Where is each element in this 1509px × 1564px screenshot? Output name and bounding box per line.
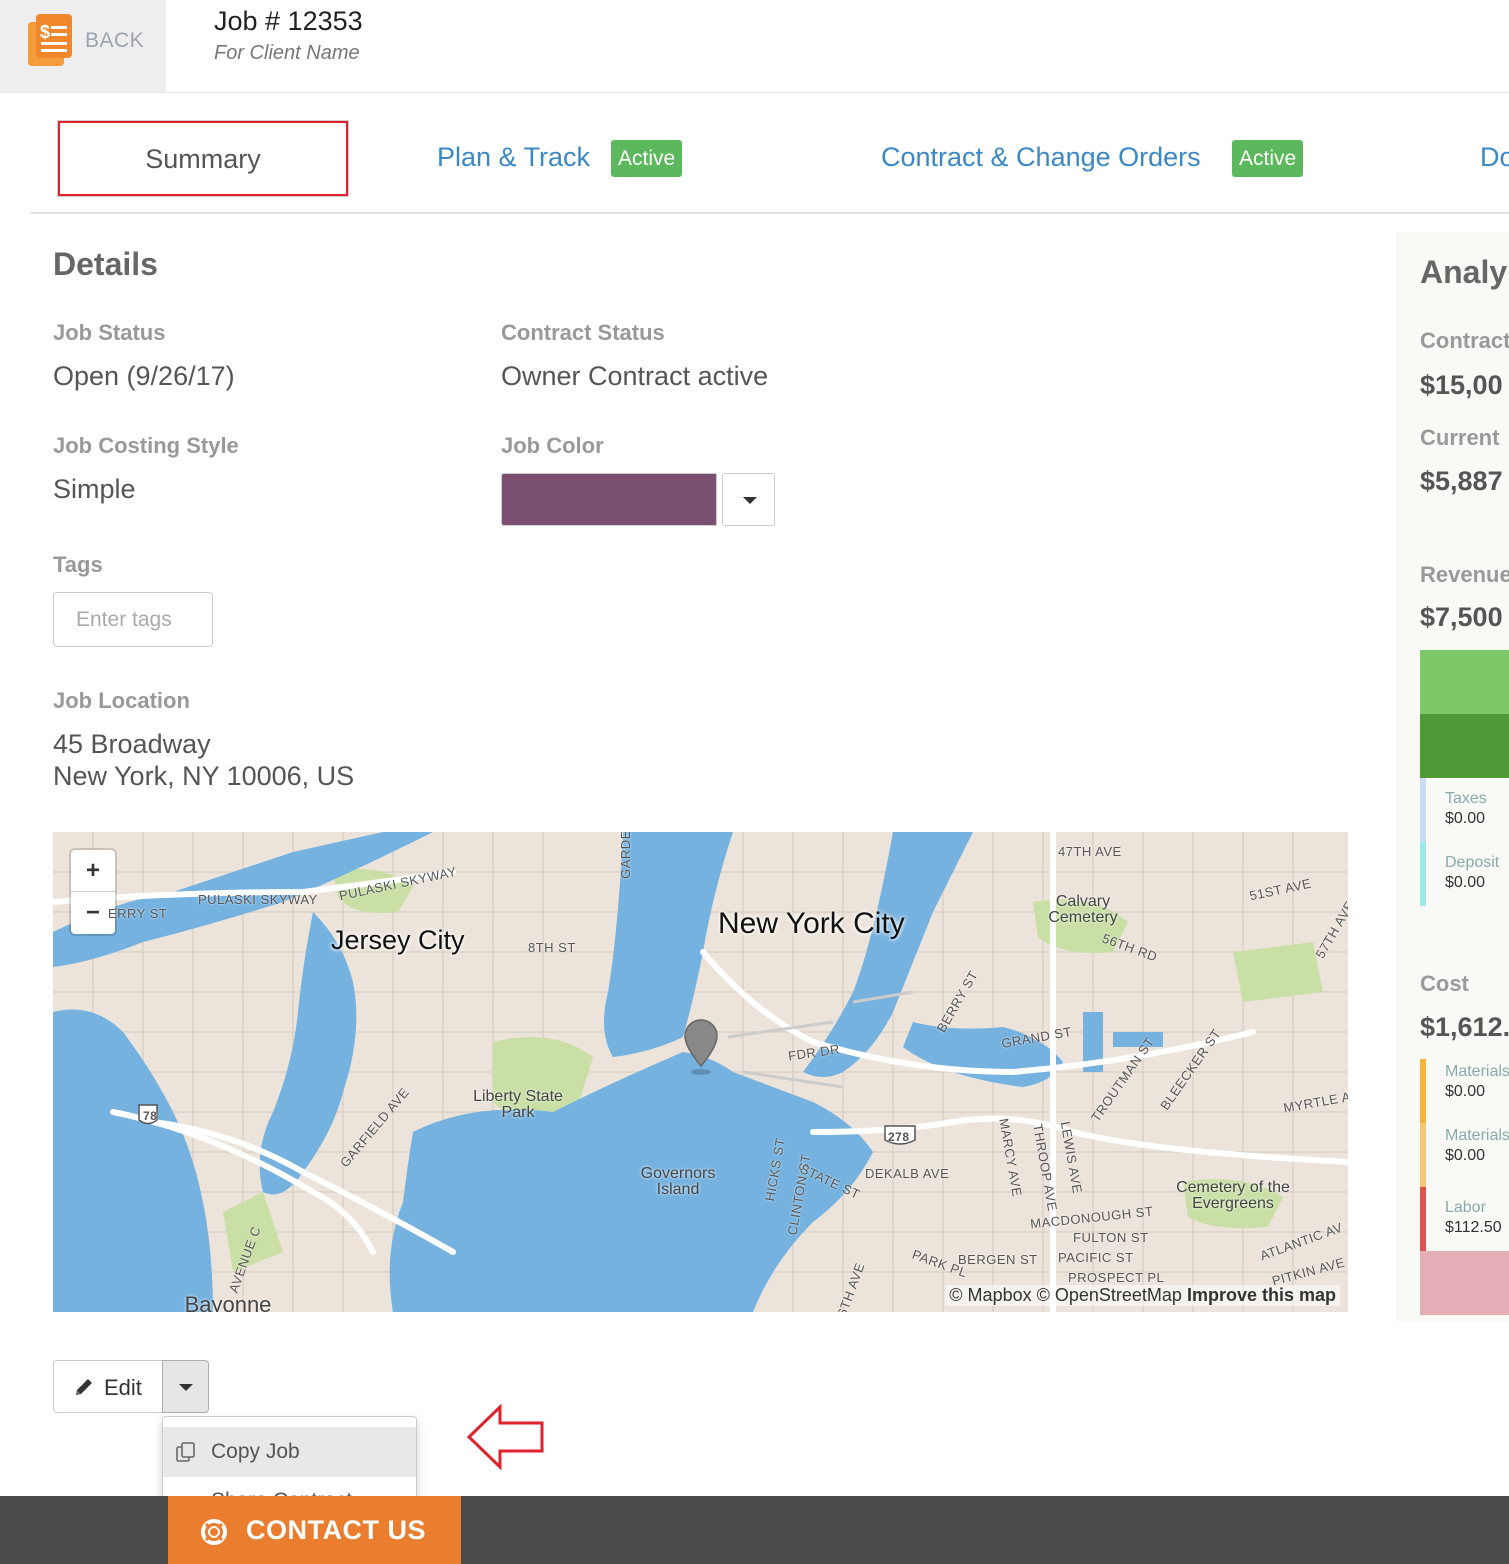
pencil-icon [76,1379,92,1395]
copy-icon [176,1442,195,1462]
map-street: 278 [888,1130,910,1144]
tab-summary[interactable]: Summary [57,120,349,197]
map-label-calvary: Calvary Cemetery [1048,893,1118,926]
map-label-jersey-city: Jersey City [331,925,465,955]
job-location-map[interactable]: + − New York City Jersey City Calvary Ce… [53,832,1348,1312]
map-attribution-text: © Mapbox © OpenStreetMap [949,1285,1182,1305]
edit-label: Edit [104,1375,142,1400]
analysis-panel: Analy Contract $15,00 Current $5,887 Rev… [1396,232,1509,1322]
legend-labor: Labor $112.50 [1420,1187,1509,1251]
caret-down-icon [179,1384,193,1391]
job-color-swatch[interactable] [501,473,717,526]
improve-map-link[interactable]: Improve this map [1187,1285,1336,1305]
details-heading: Details [53,246,158,282]
legend-labor-label: Labor [1445,1199,1486,1216]
tab-contract-change-orders[interactable]: Contract & Change Orders [881,142,1201,173]
map-street: FULTON ST [1073,1230,1149,1245]
revenue-bar-received [1420,650,1509,714]
map-street: ERRY ST [108,906,168,921]
map-label-evergreens: Cemetery of the Evergreens [1176,1179,1290,1212]
cost-value: $1,612. [1420,1012,1509,1042]
status-badge-contract: Active [1232,140,1304,177]
job-status-value: Open (9/26/17) [53,361,235,391]
map-street: BERGEN ST [958,1252,1038,1267]
edit-button[interactable]: Edit [53,1360,163,1413]
location-line-1: 45 Broadway [53,729,211,759]
revenue-label: Revenue [1420,562,1509,587]
legend-materials-2-value: $0.00 [1445,1147,1486,1164]
current-label: Current [1420,425,1500,450]
page-header: $ BACK Job # 12353 For Client Name [0,0,1509,93]
map-attribution: © Mapbox © OpenStreetMap Improve this ma… [945,1285,1340,1306]
costing-style-value: Simple [53,474,136,504]
revenue-bar-billed [1420,714,1509,778]
job-status-label: Job Status [53,320,166,345]
map-label-bayonne: Bayonne [184,1292,272,1313]
location-line-2: New York, NY 10006, US [53,761,355,791]
legend-taxes-label: Taxes [1445,790,1487,807]
legend-materials-1-label: Materials [1445,1063,1509,1080]
map-zoom-controls: + − [71,850,115,934]
tab-bar: Summary Plan & Track Active Contract & C… [30,100,1509,214]
map-street: PULASKI SKYWAY [198,892,318,907]
current-value: $5,887 [1420,466,1503,496]
legend-deposit: Deposit $0.00 [1420,842,1509,906]
caret-down-icon [743,497,757,504]
map-street: 78 [143,1109,158,1123]
cost-bar-remaining [1420,1251,1509,1315]
tags-label: Tags [53,552,103,577]
annotation-arrow-left-icon [466,1404,544,1470]
zoom-in-button[interactable]: + [71,850,115,892]
tab-documents[interactable]: Do [1480,142,1509,173]
job-color-dropdown-button[interactable] [722,473,775,526]
map-street: PROSPECT PL [1068,1270,1165,1285]
contract-status-value: Owner Contract active [501,361,769,391]
map-street: 47TH AVE [1058,844,1122,859]
legend-deposit-label: Deposit [1445,854,1500,871]
lifebuoy-icon [201,1519,227,1545]
client-name: For Client Name [214,42,360,64]
invoice-logo-icon: $ [28,14,72,66]
contract-value: $15,00 [1420,370,1503,400]
contact-us-button[interactable]: CONTACT US [168,1496,461,1564]
map-street: PACIFIC ST [1058,1250,1134,1265]
tab-plan-track[interactable]: Plan & Track [437,142,590,173]
map-street: 8TH ST [528,940,576,955]
back-label: BACK [85,29,145,52]
map-label-liberty-park: Liberty State Park [473,1088,563,1121]
legend-materials-2-label: Materials [1445,1127,1509,1144]
legend-labor-value: $112.50 [1445,1219,1502,1236]
contract-status-label: Contract Status [501,320,665,345]
legend-materials-2: Materials $0.00 [1420,1123,1509,1187]
legend-taxes-value: $0.00 [1445,810,1486,827]
tags-input[interactable] [53,592,213,647]
job-title: Job # 12353 [214,6,363,36]
legend-taxes: Taxes $0.00 [1420,778,1509,842]
contract-label: Contract [1420,328,1509,353]
contact-us-label: CONTACT US [246,1515,426,1545]
map-street: DEKALB AVE [865,1166,950,1181]
menu-item-copy-job[interactable]: Copy Job [163,1427,416,1477]
legend-materials-1-value: $0.00 [1445,1083,1486,1100]
analysis-heading: Analy [1420,254,1508,290]
map-label-governors-island: Governors Island [640,1165,716,1198]
svg-text:$: $ [40,22,50,42]
costing-style-label: Job Costing Style [53,433,239,458]
edit-dropdown-toggle[interactable] [162,1360,209,1413]
status-badge-plan-track: Active [611,140,683,177]
legend-materials-1: Materials $0.00 [1420,1059,1509,1123]
job-color-label: Job Color [501,433,604,458]
back-button[interactable]: $ BACK [0,0,166,93]
legend-deposit-value: $0.00 [1445,874,1486,891]
menu-item-copy-job-label: Copy Job [211,1440,300,1463]
map-street: GARDE [617,832,633,879]
job-location-label: Job Location [53,688,190,713]
map-label-new-york-city: New York City [718,907,905,940]
cost-label: Cost [1420,971,1469,996]
revenue-value: $7,500 [1420,602,1503,632]
tab-summary-label: Summary [145,144,261,174]
